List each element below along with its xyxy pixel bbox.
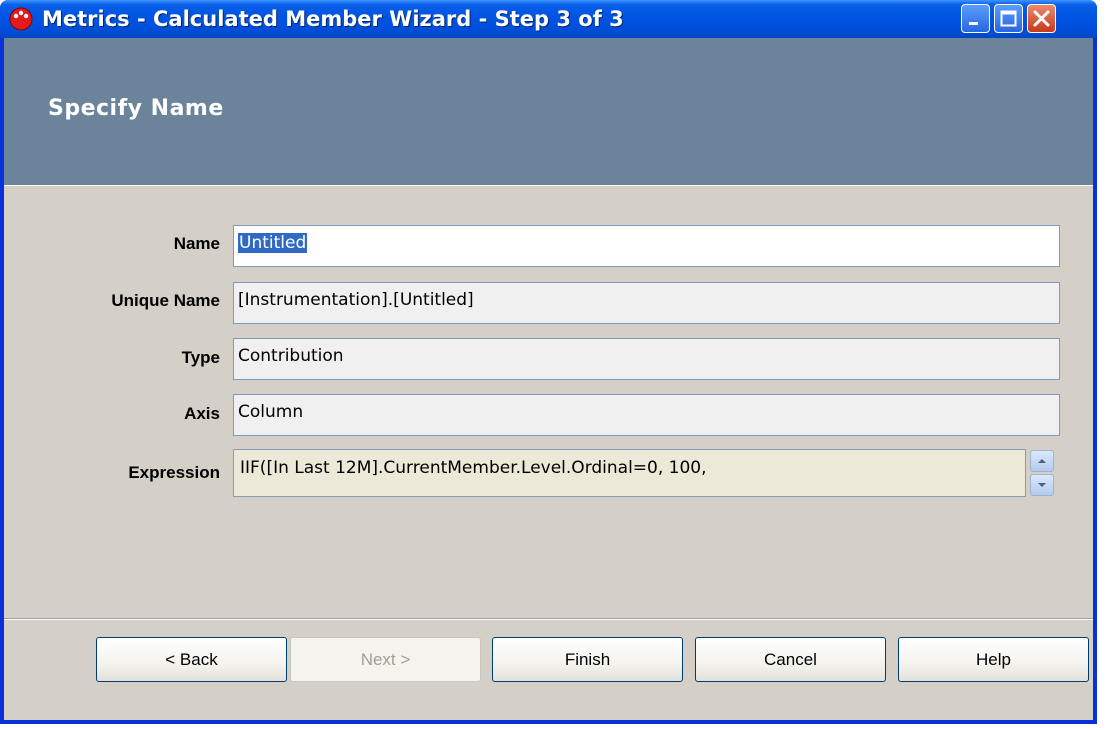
- help-button[interactable]: Help: [898, 637, 1089, 682]
- type-label: Type: [181, 348, 220, 367]
- next-button[interactable]: Next >: [290, 637, 481, 682]
- arrow-up-icon: [1038, 459, 1046, 463]
- cancel-button[interactable]: Cancel: [695, 637, 886, 682]
- minimize-button[interactable]: [961, 4, 990, 33]
- close-icon: [1033, 10, 1050, 27]
- expression-field[interactable]: IIF([In Last 12M].CurrentMember.Level.Or…: [233, 449, 1026, 497]
- back-button[interactable]: < Back: [96, 637, 287, 682]
- app-logo-icon: [8, 6, 34, 32]
- step-title: Specify Name: [48, 96, 224, 121]
- axis-field[interactable]: Column: [233, 394, 1060, 436]
- expression-scroll-up-button[interactable]: [1030, 450, 1054, 472]
- maximize-icon: [1000, 10, 1017, 27]
- finish-button[interactable]: Finish: [492, 637, 683, 682]
- maximize-button[interactable]: [994, 4, 1023, 33]
- name-value: Untitled: [238, 233, 308, 253]
- wizard-window: Metrics - Calculated Member Wizard - Ste…: [0, 0, 1097, 724]
- close-button[interactable]: [1027, 4, 1056, 33]
- type-field[interactable]: Contribution: [233, 338, 1060, 380]
- name-label: Name: [173, 234, 220, 253]
- axis-label: Axis: [184, 404, 220, 423]
- arrow-down-icon: [1038, 483, 1046, 487]
- unique-name-field[interactable]: [Instrumentation].[Untitled]: [233, 282, 1060, 324]
- footer-divider: [4, 618, 1093, 620]
- minimize-icon: [969, 22, 978, 25]
- expression-scroll-down-button[interactable]: [1030, 474, 1054, 496]
- unique-name-label: Unique Name: [111, 291, 220, 310]
- name-field[interactable]: Untitled: [233, 225, 1060, 267]
- wizard-header: Specify Name: [4, 38, 1093, 186]
- window-title: Metrics - Calculated Member Wizard - Ste…: [42, 7, 624, 31]
- expression-label: Expression: [128, 463, 220, 482]
- title-bar[interactable]: Metrics - Calculated Member Wizard - Ste…: [0, 0, 1097, 38]
